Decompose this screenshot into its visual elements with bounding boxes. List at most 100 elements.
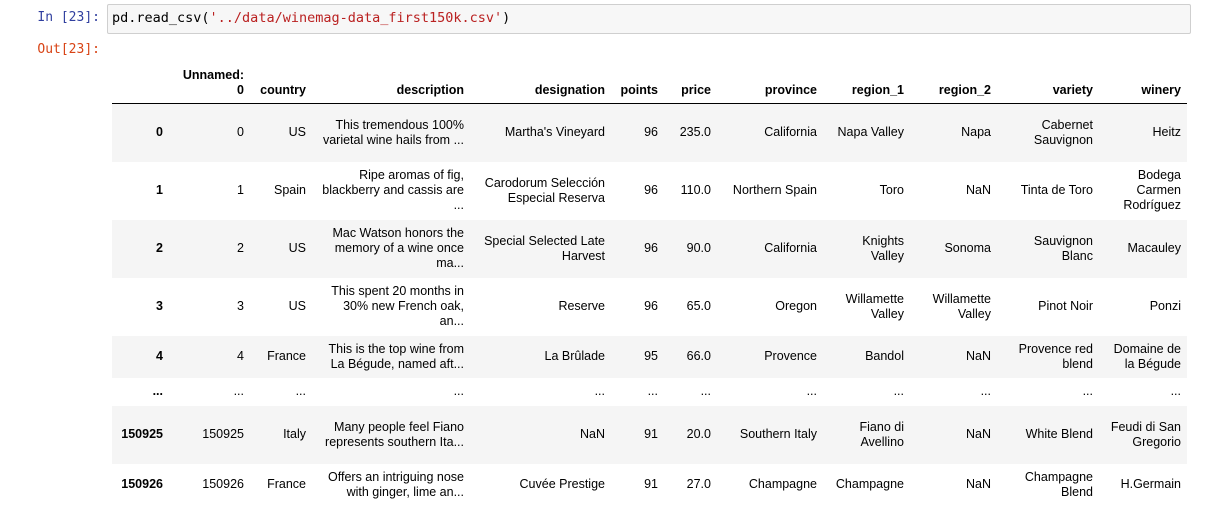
cell-unnamed: 150926 [202,477,244,491]
cell-points: 96 [644,241,658,255]
column-header-province: province [717,58,823,104]
cell-winery: H.Germain [1120,477,1181,491]
column-header-country: country [250,58,312,104]
cell-ellipsis: ... [893,384,904,398]
cell-region-2: NaN [965,427,991,441]
cell-region-1: Willamette Valley [845,291,904,321]
cell-region-2: Sonoma [944,241,991,255]
column-header-description: description [312,58,470,104]
cell-ellipsis: ... [453,384,464,398]
cell-country: France [267,349,306,363]
cell-description: Many people feel Fiano represents southe… [325,419,464,449]
cell-province: Oregon [775,299,817,313]
column-header-region-2: region_2 [910,58,997,104]
cell-price: 235.0 [679,125,711,140]
cell-ellipsis: ... [647,384,658,398]
cell-designation: Reserve [558,299,605,313]
cell-variety: Provence red blend [1018,341,1093,371]
table-row: 3 3 US This spent 20 months in 30% new F… [112,278,1187,336]
cell-country: France [267,477,306,491]
cell-winery: Macauley [1127,241,1182,255]
cell-description: Mac Watson honors the memory of a wine o… [332,226,464,270]
header-row: Unnamed: 0 country description designati… [112,58,1187,104]
cell-region-1: Champagne [835,477,904,491]
cell-unnamed: 150925 [202,427,244,441]
cell-designation: Martha's Vineyard [504,125,605,140]
cell-country: US [288,241,306,255]
cell-description: This tremendous 100% varietal wine hails… [322,117,464,147]
dataframe-output: Unnamed: 0 country description designati… [112,58,1187,506]
cell-description: This spent 20 months in 30% new French o… [331,284,464,328]
index-header [112,58,169,104]
dataframe-table: Unnamed: 0 country description designati… [112,58,1187,506]
code-input-cell[interactable]: pd.read_csv('../data/winemag-data_first1… [107,4,1191,34]
cell-region-1: Fiano di Avellino [859,419,904,449]
cell-ellipsis: ... [806,384,817,398]
row-index: 0 [156,125,163,140]
cell-winery: Domaine de la Bégude [1113,341,1181,371]
cell-ellipsis: ... [980,384,991,398]
row-index: 4 [156,349,163,363]
column-header-price: price [664,58,717,104]
cell-winery: Feudi di San Gregorio [1110,419,1181,449]
cell-region-2: NaN [965,349,991,363]
cell-unnamed: 4 [237,349,244,363]
table-row: 2 2 US Mac Watson honors the memory of a… [112,219,1187,278]
cell-country: Italy [283,427,306,441]
cell-variety: Champagne Blend [1024,469,1093,499]
cell-ellipsis: ... [295,384,306,398]
cell-ellipsis: ... [1170,384,1181,398]
cell-ellipsis: ... [233,384,244,398]
cell-province: California [764,241,817,255]
cell-price: 20.0 [686,427,711,441]
row-index: 3 [156,299,163,313]
cell-unnamed: 1 [237,183,244,197]
code-function-call: pd.read_csv( [112,10,210,26]
table-row: 150926 150926 France Offers an intriguin… [112,464,1187,506]
cell-ellipsis: ... [594,384,605,398]
cell-price: 27.0 [686,477,711,491]
cell-points: 96 [644,125,658,140]
input-prompt: In [23]: [37,10,100,25]
column-header-winery: winery [1099,58,1187,104]
cell-province: Southern Italy [739,427,817,441]
cell-winery: Heitz [1152,125,1181,140]
cell-variety: Pinot Noir [1038,299,1093,313]
cell-region-1: Napa Valley [837,125,904,140]
cell-variety: Sauvignon Blanc [1033,233,1093,263]
row-index: 2 [156,241,163,255]
row-index: 150926 [121,477,163,491]
cell-region-2: Napa [961,125,991,140]
cell-winery: Ponzi [1149,299,1181,313]
cell-province: California [764,125,817,140]
cell-country: US [288,299,306,313]
column-header-region-1: region_1 [823,58,910,104]
cell-region-2: Willamette Valley [932,291,991,321]
column-header-unnamed: Unnamed: 0 [169,58,250,104]
table-row: 1 1 Spain Ripe aromas of fig, blackberry… [112,162,1187,220]
cell-province: Champagne [748,477,817,491]
cell-ellipsis: ... [700,384,711,398]
cell-country: Spain [274,183,306,197]
cell-region-1: Toro [879,183,904,197]
cell-region-2: NaN [965,183,991,197]
cell-country: US [288,125,306,140]
table-row: 0 0 US This tremendous 100% varietal win… [112,103,1187,162]
cell-province: Northern Spain [732,183,817,197]
cell-points: 91 [644,477,658,491]
cell-designation: Cuvée Prestige [519,477,605,491]
row-index: ... [152,384,163,398]
cell-variety: Cabernet Sauvignon [1033,117,1093,147]
table-row: 150925 150925 Italy Many people feel Fia… [112,405,1187,464]
cell-points: 95 [644,349,658,363]
column-header-designation: designation [470,58,611,104]
code-closing-paren: ) [502,10,511,26]
cell-description: This is the top wine from La Bégude, nam… [328,341,464,371]
cell-points: 96 [644,299,658,313]
cell-designation: NaN [579,427,605,441]
cell-designation: Special Selected Late Harvest [484,233,605,263]
cell-points: 91 [644,427,658,441]
cell-price: 90.0 [686,241,711,255]
cell-description: Offers an intriguing nose with ginger, l… [328,469,464,499]
cell-variety: White Blend [1025,427,1093,441]
